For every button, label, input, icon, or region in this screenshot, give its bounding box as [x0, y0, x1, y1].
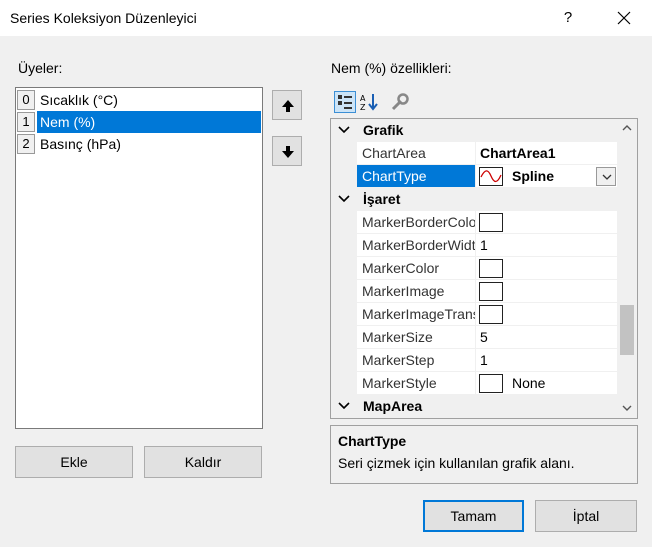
categorized-view-button[interactable]: [334, 91, 356, 113]
property-name: MarkerBorderWidth: [357, 234, 475, 257]
spline-chart-icon: [479, 167, 503, 186]
marker-swatch: [479, 374, 503, 393]
property-row-markerimagetransparentcolor[interactable]: MarkerImageTransparentColor: [331, 303, 617, 326]
property-value[interactable]: [475, 257, 617, 280]
arrow-up-icon: [282, 100, 294, 112]
chevron-down-icon: [602, 174, 612, 180]
member-label: Basınç (hPa): [40, 136, 121, 152]
chevron-down-icon: [338, 402, 350, 410]
property-row-markerborderwidth[interactable]: MarkerBorderWidth 1: [331, 234, 617, 257]
ok-button[interactable]: Tamam: [423, 500, 524, 532]
help-button[interactable]: ?: [548, 0, 588, 36]
property-value[interactable]: [475, 280, 617, 303]
property-row-markerimage[interactable]: MarkerImage: [331, 280, 617, 303]
property-row-markerstep[interactable]: MarkerStep 1: [331, 349, 617, 372]
move-up-button[interactable]: [272, 90, 302, 120]
member-item-sicaklik[interactable]: 0 Sıcaklık (°C): [16, 89, 262, 111]
property-name: MarkerStep: [357, 349, 475, 372]
scroll-down-icon[interactable]: [622, 405, 632, 412]
member-item-nem[interactable]: 1 Nem (%): [16, 111, 262, 133]
property-row-markerstyle[interactable]: MarkerStyle None: [331, 372, 617, 395]
svg-text:A: A: [360, 94, 366, 103]
close-button[interactable]: [604, 0, 644, 36]
property-value-text: None: [512, 375, 546, 391]
description-text: Seri çizmek için kullanılan grafik alanı…: [338, 455, 575, 471]
property-name: MarkerBorderColor: [357, 211, 475, 234]
remove-button[interactable]: Kaldır: [144, 446, 262, 478]
title-bar: Series Koleksiyon Düzenleyici ?: [0, 0, 652, 36]
property-value: Spline: [512, 168, 555, 184]
scroll-thumb[interactable]: [620, 305, 634, 355]
member-index: 0: [17, 90, 35, 110]
property-grid[interactable]: Grafik ChartArea ChartArea1 ChartType Sp…: [330, 118, 638, 419]
property-name: MarkerSize: [357, 326, 475, 349]
color-swatch: [479, 305, 503, 324]
member-index: 2: [17, 134, 35, 154]
chevron-down-icon: [338, 195, 350, 203]
properties-label: Nem (%) özellikleri:: [331, 60, 452, 76]
members-list[interactable]: 0 Sıcaklık (°C) 1 Nem (%) 2 Basınç (hPa): [15, 87, 263, 429]
property-value[interactable]: 5: [475, 326, 617, 349]
category-maparea[interactable]: MapArea: [331, 395, 617, 418]
property-row-markerbordercolor[interactable]: MarkerBorderColor: [331, 211, 617, 234]
sort-az-icon: A Z: [360, 94, 378, 112]
description-title: ChartType: [338, 433, 407, 449]
member-item-basinc[interactable]: 2 Basınç (hPa): [16, 133, 262, 155]
categorized-icon: [338, 95, 352, 109]
svg-text:Z: Z: [360, 103, 366, 112]
property-name: MarkerImage: [357, 280, 475, 303]
member-label: Sıcaklık (°C): [40, 92, 118, 108]
category-isaret[interactable]: İşaret: [331, 188, 617, 211]
property-value[interactable]: None: [475, 372, 617, 395]
property-grid-scrollbar[interactable]: [617, 119, 637, 418]
property-name: ChartArea: [357, 142, 475, 165]
property-value-combo[interactable]: Spline: [475, 165, 617, 188]
scroll-up-icon[interactable]: [622, 124, 632, 131]
image-swatch: [479, 282, 503, 301]
property-name: ChartType: [357, 165, 475, 188]
close-icon: [617, 11, 631, 25]
property-pages-button[interactable]: [389, 91, 411, 113]
member-label: Nem (%): [37, 111, 261, 133]
add-button[interactable]: Ekle: [15, 446, 133, 478]
alphabetical-view-button[interactable]: A Z: [358, 91, 380, 113]
window-title: Series Koleksiyon Düzenleyici: [10, 10, 197, 26]
dropdown-button[interactable]: [596, 167, 616, 186]
color-swatch: [479, 259, 503, 278]
property-value[interactable]: ChartArea1: [475, 142, 617, 165]
property-name: MarkerImageTransparentColor: [357, 303, 475, 326]
members-label: Üyeler:: [18, 60, 63, 76]
property-row-markercolor[interactable]: MarkerColor: [331, 257, 617, 280]
chevron-down-icon: [338, 126, 350, 134]
description-panel: ChartType Seri çizmek için kullanılan gr…: [330, 425, 638, 484]
category-label: İşaret: [363, 191, 401, 207]
wrench-icon: [391, 93, 409, 111]
property-value[interactable]: 1: [475, 234, 617, 257]
category-grafik[interactable]: Grafik: [331, 119, 617, 142]
property-value[interactable]: [475, 303, 617, 326]
category-label: MapArea: [363, 398, 423, 414]
color-swatch: [479, 213, 503, 232]
property-row-charttype[interactable]: ChartType Spline: [331, 165, 617, 188]
property-row-markersize[interactable]: MarkerSize 5: [331, 326, 617, 349]
move-down-button[interactable]: [272, 136, 302, 166]
property-value[interactable]: 1: [475, 349, 617, 372]
arrow-down-icon: [282, 146, 294, 158]
property-value[interactable]: [475, 211, 617, 234]
cancel-button[interactable]: İptal: [535, 500, 637, 532]
property-name: MarkerStyle: [357, 372, 475, 395]
category-label: Grafik: [363, 122, 404, 138]
member-index: 1: [17, 112, 35, 132]
property-name: MarkerColor: [357, 257, 475, 280]
property-row-chartarea[interactable]: ChartArea ChartArea1: [331, 142, 617, 165]
